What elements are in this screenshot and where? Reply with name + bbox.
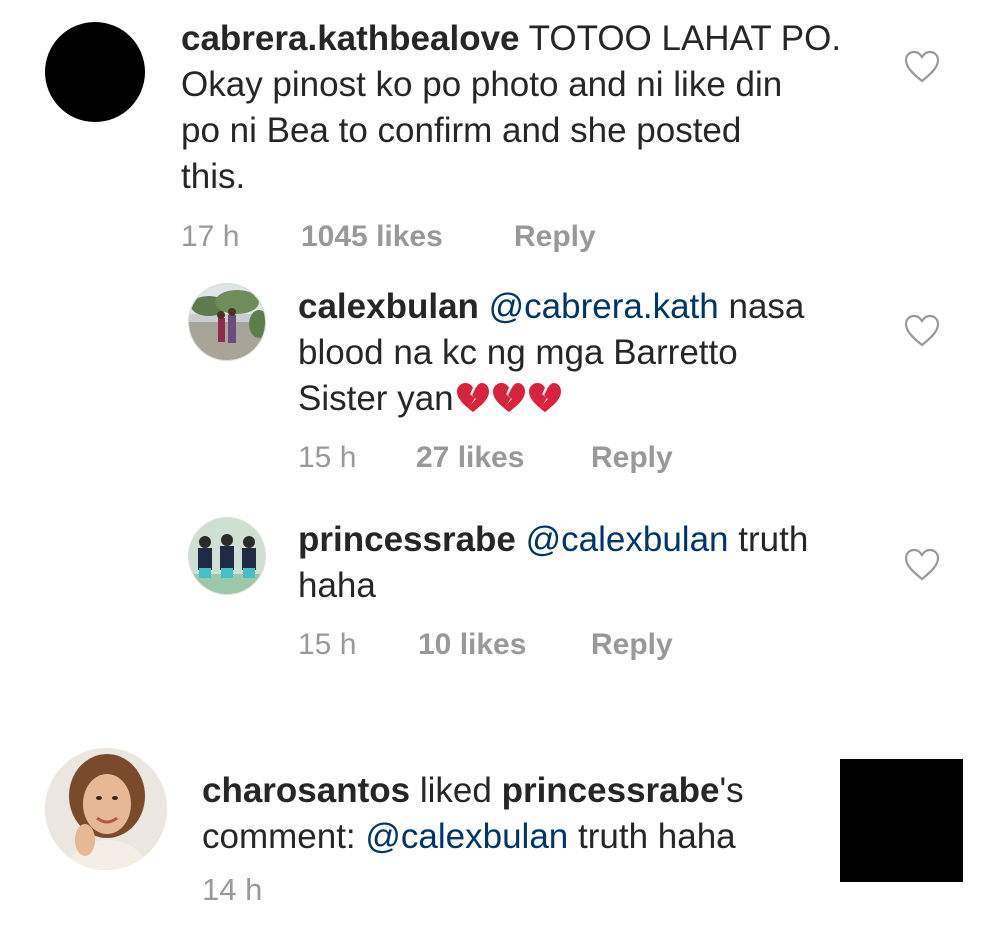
reply-button[interactable]: Reply <box>591 628 673 662</box>
comment-time: 15 h <box>298 441 357 474</box>
comment-meta: 15 h 27 likes Reply <box>298 441 798 477</box>
likes-count-link[interactable]: 27 likes <box>416 441 524 475</box>
activity-notification[interactable]: charosantos liked princessrabe's comment… <box>0 700 1000 927</box>
reply-button[interactable]: Reply <box>514 220 596 254</box>
broken-heart-icon <box>456 380 490 413</box>
profile-photo-image <box>189 284 265 360</box>
heart-outline-icon <box>904 50 940 83</box>
comment-time: 15 h <box>298 628 357 661</box>
target-username[interactable]: princessrabe <box>502 771 720 810</box>
notification-line2-prefix: comment: <box>202 817 356 856</box>
heart-outline-icon <box>904 314 940 347</box>
comment-body-line: blood na kc ng mga Barretto <box>298 333 738 372</box>
avatar-cabrera-kathbealove[interactable] <box>45 22 145 122</box>
avatar-charosantos[interactable] <box>45 748 167 870</box>
mention-link[interactable]: @calexbulan <box>526 520 729 559</box>
actor-username[interactable]: charosantos <box>202 771 410 810</box>
comment-body-line: truth <box>738 520 809 559</box>
mention-link[interactable]: @cabrera.kath <box>489 287 719 326</box>
notification-time-label: 14 h <box>202 872 263 907</box>
avatar-princessrabe[interactable] <box>188 517 266 595</box>
broken-heart-icon <box>528 380 562 413</box>
comment-meta: 15 h 10 likes Reply <box>298 628 798 664</box>
likes-count-link[interactable]: 10 likes <box>418 628 526 662</box>
like-heart-icon[interactable] <box>904 548 940 582</box>
broken-heart-icon <box>492 380 526 413</box>
possessive-suffix: 's <box>719 771 744 810</box>
comment-body-line: po ni Bea to confirm and she posted <box>181 111 742 150</box>
notification-time: 14 h <box>202 872 262 908</box>
comment-text: calexbulan @cabrera.kath nasa blood na k… <box>298 284 878 422</box>
comment-text: princessrabe @calexbulan truth haha <box>298 517 878 609</box>
like-heart-icon[interactable] <box>904 50 940 84</box>
notification-action: liked <box>419 771 492 810</box>
comment-username[interactable]: cabrera.kathbealove <box>181 19 520 58</box>
avatar-calexbulan[interactable] <box>188 283 266 361</box>
notification-text: charosantos liked princessrabe's comment… <box>202 768 802 860</box>
heart-outline-icon <box>904 548 940 581</box>
comment-body-line: Sister yan <box>298 379 454 418</box>
comment-body-line: this. <box>181 157 246 196</box>
likes-count-link[interactable]: 1045 likes <box>301 220 443 254</box>
comment-time: 17 h <box>181 220 240 253</box>
comment-username[interactable]: princessrabe <box>298 520 516 559</box>
comment-body-line: Okay pinost ko po photo and ni like din <box>181 65 783 104</box>
notification-comment-text: truth haha <box>578 817 736 856</box>
mention-link[interactable]: @calexbulan <box>365 817 568 856</box>
like-heart-icon[interactable] <box>904 314 940 348</box>
reply-button[interactable]: Reply <box>591 441 673 475</box>
comment-text: cabrera.kathbealove TOTOO LAHAT PO. Okay… <box>181 16 881 200</box>
comment-body-line: TOTOO LAHAT PO. <box>528 19 842 58</box>
comment-meta: 17 h 1045 likes Reply <box>181 220 681 256</box>
comment-body-line: haha <box>298 566 376 605</box>
comment-body-line: nasa <box>728 287 805 326</box>
post-thumbnail[interactable] <box>840 759 963 882</box>
comment-username[interactable]: calexbulan <box>298 287 479 326</box>
profile-photo-image <box>189 518 265 594</box>
profile-photo-image <box>45 748 167 870</box>
